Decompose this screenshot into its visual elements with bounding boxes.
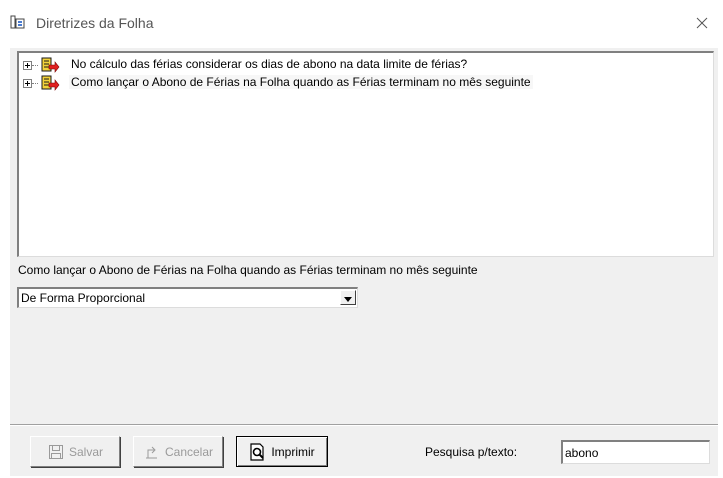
document-arrow-icon [38, 57, 60, 74]
tree-item-label[interactable]: No cálculo das férias considerar os dias… [69, 57, 469, 71]
tree-item[interactable]: Como lançar o Abono de Férias na Folha q… [21, 74, 701, 92]
search-input[interactable] [561, 440, 710, 464]
option-dropdown[interactable]: De Forma Proporcional [17, 287, 358, 308]
close-button[interactable] [688, 12, 716, 36]
print-button[interactable]: Imprimir [236, 436, 328, 467]
expand-icon[interactable] [23, 61, 32, 70]
tree-item-label-selected[interactable]: Como lançar o Abono de Férias na Folha q… [69, 75, 533, 89]
print-preview-icon [249, 442, 267, 461]
undo-icon [143, 443, 161, 461]
dropdown-arrow-button[interactable] [340, 290, 356, 305]
window-frame-right [718, 48, 723, 478]
dialog-body: No cálculo das férias considerar os dias… [10, 48, 718, 424]
print-button-label: Imprimir [271, 444, 315, 459]
expand-icon[interactable] [23, 79, 32, 88]
window-frame-left [0, 48, 10, 478]
save-button[interactable]: Salvar [30, 436, 120, 467]
guidelines-tree[interactable]: No cálculo das férias considerar os dias… [17, 51, 714, 257]
search-label: Pesquisa p/texto: [425, 445, 518, 459]
action-bar: Salvar Cancelar Imprimir Pesquisa p/text… [10, 426, 718, 476]
chevron-down-icon [344, 291, 352, 305]
selected-question-label: Como lançar o Abono de Férias na Folha q… [18, 263, 478, 277]
cancel-button-label: Cancelar [164, 444, 214, 459]
floppy-disk-icon [47, 443, 65, 461]
close-icon [696, 17, 708, 32]
form-icon [10, 15, 26, 31]
tree-item[interactable]: No cálculo das férias considerar os dias… [21, 56, 701, 74]
title-bar: Diretrizes da Folha [0, 0, 723, 48]
cancel-button[interactable]: Cancelar [133, 436, 223, 467]
option-dropdown-value: De Forma Proporcional [21, 291, 146, 305]
save-button-label: Salvar [68, 444, 103, 459]
document-arrow-icon [38, 75, 60, 92]
window-title: Diretrizes da Folha [36, 15, 154, 31]
